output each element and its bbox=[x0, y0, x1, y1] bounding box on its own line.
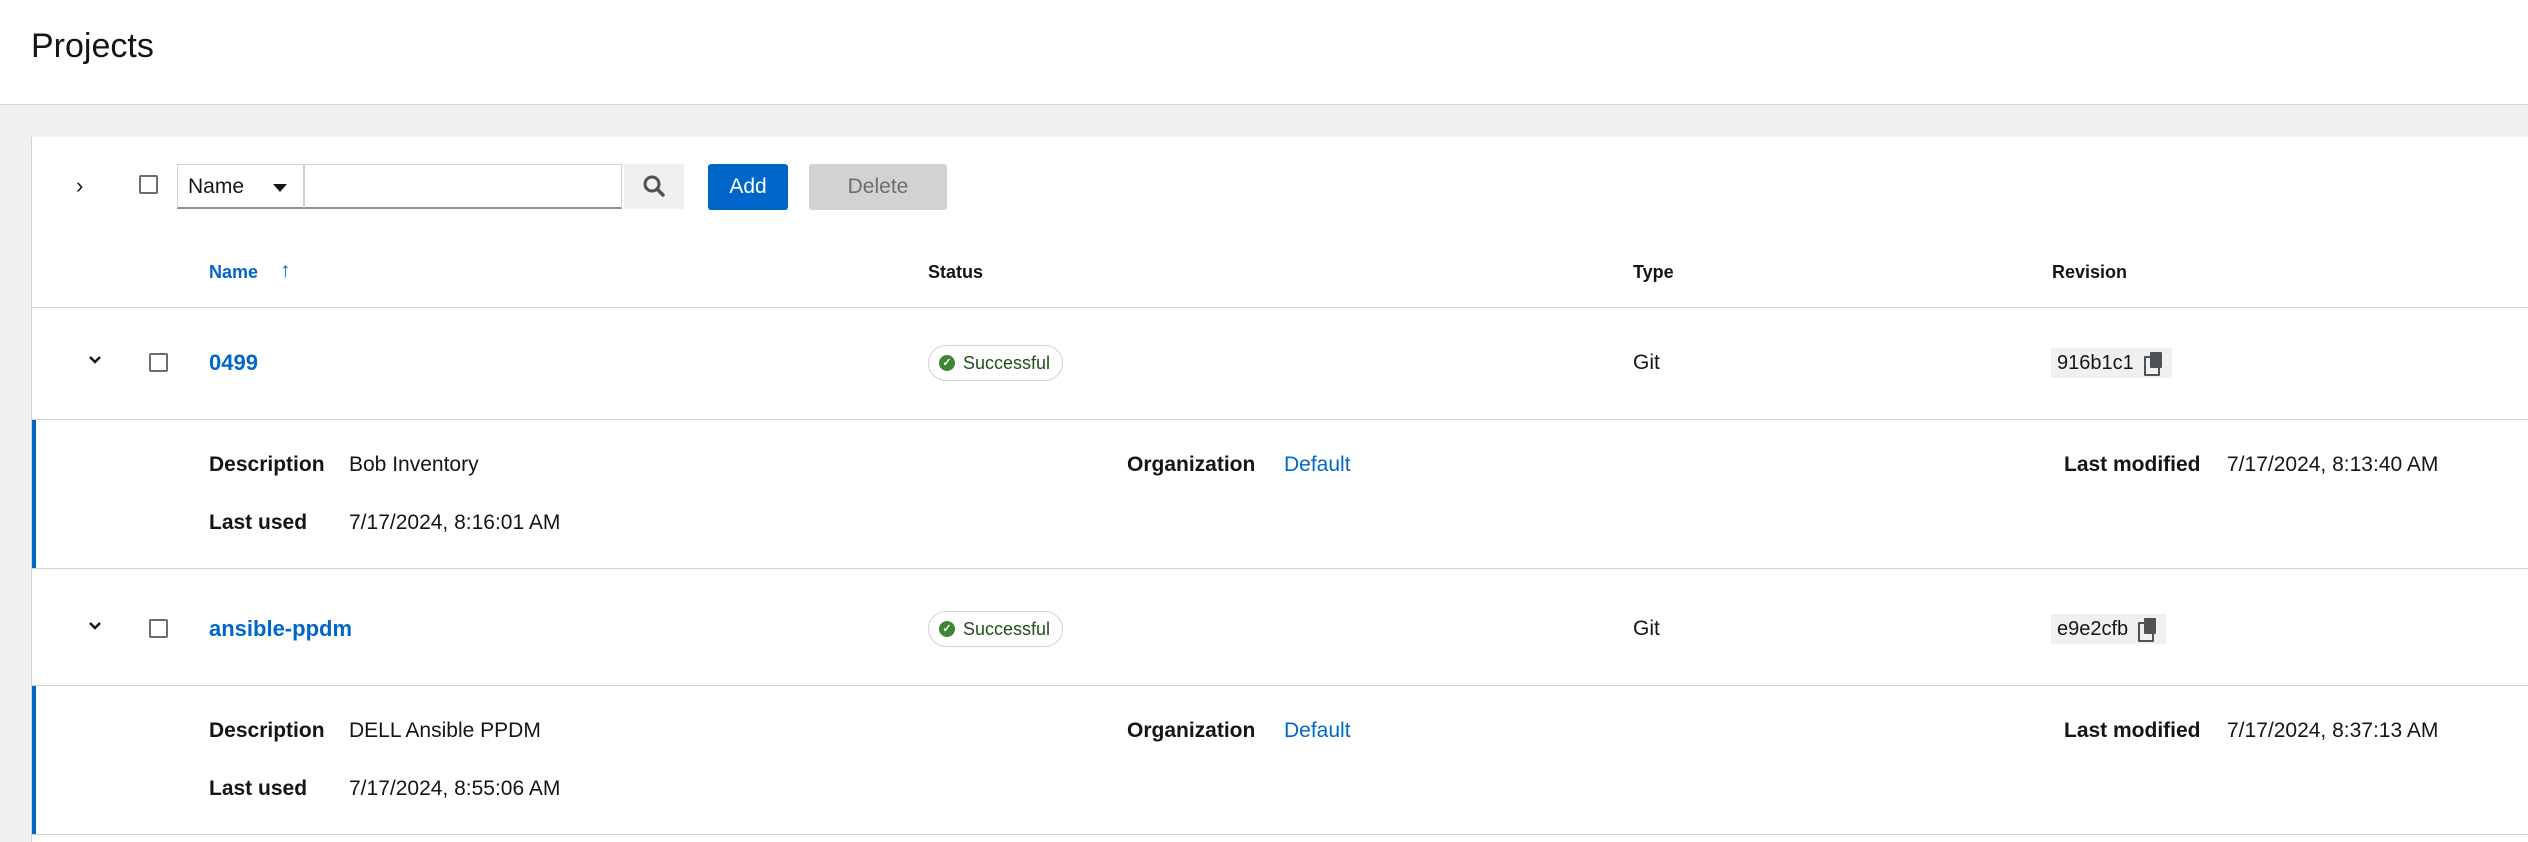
status-text: Successful bbox=[963, 618, 1051, 639]
select-all-checkbox[interactable] bbox=[139, 175, 158, 194]
description-label: Description bbox=[209, 453, 325, 476]
organization-label: Organization bbox=[1127, 719, 1256, 742]
type-cell: Git bbox=[1633, 617, 1660, 640]
description-label: Description bbox=[209, 719, 325, 742]
type-cell: Git bbox=[1633, 351, 1660, 374]
revision-hash: 916b1c1 bbox=[2057, 351, 2134, 374]
description-value: DELL Ansible PPDM bbox=[349, 719, 541, 742]
expand-all-icon[interactable]: › bbox=[76, 173, 83, 199]
row-divider bbox=[32, 568, 2528, 569]
status-text: Successful bbox=[963, 352, 1051, 373]
column-header-status[interactable]: Status bbox=[928, 262, 983, 283]
chevron-down-icon[interactable] bbox=[85, 353, 105, 367]
project-name-link[interactable]: 0499 bbox=[209, 350, 258, 376]
row-detail: Description DELL Ansible PPDM Organizati… bbox=[32, 686, 2528, 834]
column-header-revision[interactable]: Revision bbox=[2052, 262, 2127, 283]
row-checkbox[interactable] bbox=[149, 353, 168, 372]
revision-cell: e9e2cfb bbox=[2051, 614, 2167, 644]
status-badge: ✓ Successful bbox=[928, 345, 1064, 381]
project-name-link[interactable]: ansible-ppdm bbox=[209, 616, 352, 642]
row-checkbox[interactable] bbox=[149, 619, 168, 638]
delete-button[interactable]: Delete bbox=[809, 164, 947, 210]
check-circle-icon: ✓ bbox=[939, 621, 955, 637]
last-modified-value: 7/17/2024, 8:13:40 AM bbox=[2227, 453, 2439, 476]
add-button[interactable]: Add bbox=[708, 164, 788, 210]
last-modified-label: Last modified bbox=[2064, 719, 2201, 742]
page-title: Projects bbox=[31, 27, 154, 65]
status-badge: ✓ Successful bbox=[928, 611, 1064, 647]
last-modified-label: Last modified bbox=[2064, 453, 2201, 476]
sort-ascending-icon[interactable]: ↑ bbox=[280, 259, 291, 283]
row-divider bbox=[32, 834, 2528, 835]
copy-icon[interactable] bbox=[2143, 352, 2164, 376]
search-button[interactable] bbox=[624, 164, 684, 209]
column-header-type[interactable]: Type bbox=[1633, 262, 1674, 283]
last-used-value: 7/17/2024, 8:55:06 AM bbox=[349, 777, 561, 800]
row-detail: Description Bob Inventory Organization D… bbox=[32, 420, 2528, 568]
last-used-label: Last used bbox=[209, 777, 308, 800]
description-value: Bob Inventory bbox=[349, 453, 479, 476]
revision-hash: e9e2cfb bbox=[2057, 617, 2129, 640]
search-icon bbox=[643, 175, 665, 197]
organization-label: Organization bbox=[1127, 453, 1256, 476]
chevron-down-icon[interactable] bbox=[85, 619, 105, 633]
filter-field-label: Name bbox=[188, 175, 245, 198]
search-input[interactable] bbox=[304, 164, 622, 209]
header-divider bbox=[32, 307, 2528, 308]
check-circle-icon: ✓ bbox=[939, 355, 955, 371]
last-used-label: Last used bbox=[209, 511, 308, 534]
column-header-name[interactable]: Name bbox=[209, 262, 258, 283]
organization-link[interactable]: Default bbox=[1284, 453, 1351, 477]
filter-field-select[interactable]: Name bbox=[177, 164, 304, 209]
last-modified-value: 7/17/2024, 8:37:13 AM bbox=[2227, 719, 2439, 742]
page-header: Projects bbox=[0, 0, 2528, 105]
projects-table-card: › Name Add Delete Name ↑ Status Type Rev… bbox=[31, 137, 2528, 842]
caret-down-icon bbox=[273, 184, 287, 192]
copy-icon[interactable] bbox=[2138, 618, 2158, 642]
revision-cell: 916b1c1 bbox=[2051, 348, 2172, 378]
organization-link[interactable]: Default bbox=[1284, 719, 1351, 743]
last-used-value: 7/17/2024, 8:16:01 AM bbox=[349, 511, 561, 534]
